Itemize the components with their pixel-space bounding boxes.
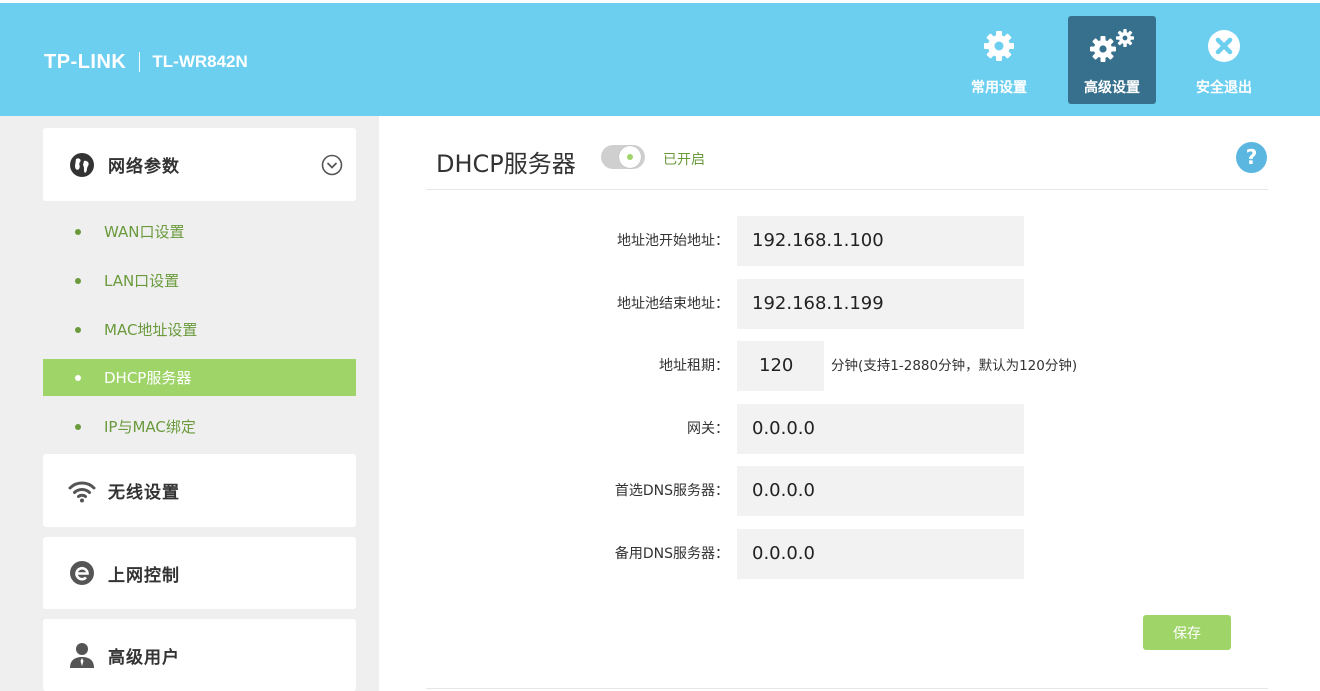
- sidebar: 网络参数 WAN口设置 LAN口设置 MAC地址设置 DHCP服务器 IP与MA…: [0, 116, 379, 691]
- sidebar-section-title: 无线设置: [108, 483, 180, 503]
- secondary-dns-input[interactable]: 0.0.0.0: [737, 529, 1024, 579]
- field-row-lease-time: 地址租期： 120 分钟(支持1-2880分钟，默认为120分钟): [379, 341, 1320, 391]
- nav-logout[interactable]: 安全退出: [1180, 16, 1268, 104]
- field-row-pool-start: 地址池开始地址： 192.168.1.100: [379, 216, 1320, 266]
- bullet-icon: [75, 374, 81, 381]
- nav-label: 高级设置: [1084, 80, 1140, 96]
- field-label: 地址池结束地址：: [617, 296, 729, 312]
- field-row-secondary-dns: 备用DNS服务器： 0.0.0.0: [379, 529, 1320, 579]
- brand: TP-LINK TL-WR842N: [44, 49, 248, 75]
- sidebar-item-label: LAN口设置: [104, 272, 180, 290]
- bullet-icon: [75, 423, 81, 430]
- sidebar-section-wireless[interactable]: 无线设置: [43, 454, 356, 527]
- page-title: DHCP服务器: [436, 150, 576, 178]
- nav-label: 安全退出: [1196, 80, 1252, 96]
- sidebar-section-network[interactable]: 网络参数: [43, 128, 356, 201]
- gears-icon: [1068, 28, 1156, 64]
- gateway-input[interactable]: 0.0.0.0: [737, 404, 1024, 454]
- top-bar: TP-LINK TL-WR842N 常用设置 高级设置 安全退出: [0, 3, 1320, 116]
- sidebar-section-title: 上网控制: [108, 565, 180, 586]
- gear-icon: [955, 28, 1043, 64]
- brand-logo: TP-LINK: [44, 50, 127, 73]
- field-row-primary-dns: 首选DNS服务器： 0.0.0.0: [379, 466, 1320, 516]
- field-row-gateway: 网关： 0.0.0.0: [379, 404, 1320, 454]
- pool-end-input[interactable]: 192.168.1.199: [737, 279, 1024, 329]
- sidebar-item-ip-mac-binding[interactable]: IP与MAC绑定: [43, 408, 356, 445]
- sidebar-item-label: DHCP服务器: [104, 369, 192, 387]
- sidebar-item-dhcp[interactable]: DHCP服务器: [43, 359, 356, 396]
- field-label: 地址租期：: [659, 358, 729, 374]
- bullet-icon: [75, 228, 81, 235]
- toggle-knob: [619, 146, 641, 168]
- primary-dns-input[interactable]: 0.0.0.0: [737, 466, 1024, 516]
- sidebar-section-internet-control[interactable]: 上网控制: [43, 537, 356, 609]
- lease-time-input[interactable]: 120: [737, 341, 824, 391]
- nav-label: 常用设置: [971, 80, 1027, 96]
- sidebar-item-mac[interactable]: MAC地址设置: [43, 311, 356, 348]
- field-label: 备用DNS服务器：: [614, 546, 729, 562]
- sidebar-item-label: MAC地址设置: [104, 321, 198, 339]
- main-panel: DHCP服务器 已开启 ? 地址池开始地址： 192.168.1.100 地址池…: [379, 116, 1320, 691]
- ie-icon: [68, 559, 96, 587]
- bullet-icon: [75, 326, 81, 333]
- field-label: 地址池开始地址：: [617, 233, 729, 249]
- sidebar-item-wan[interactable]: WAN口设置: [43, 213, 356, 250]
- dhcp-toggle[interactable]: [601, 145, 645, 169]
- title-divider: [426, 189, 1268, 190]
- brand-divider: [139, 52, 141, 72]
- toggle-status: 已开启: [663, 152, 705, 168]
- sidebar-section-title: 网络参数: [108, 157, 180, 177]
- help-icon[interactable]: ?: [1236, 142, 1267, 173]
- save-button[interactable]: 保存: [1143, 615, 1231, 650]
- globe-icon: [68, 151, 96, 179]
- chevron-down-icon[interactable]: [321, 154, 343, 180]
- model-name: TL-WR842N: [152, 52, 248, 71]
- nav-advanced-settings[interactable]: 高级设置: [1068, 16, 1156, 104]
- user-icon: [68, 641, 96, 669]
- wifi-icon: [68, 477, 96, 505]
- sidebar-item-label: WAN口设置: [104, 223, 185, 241]
- bottom-divider: [426, 688, 1268, 689]
- lease-time-hint: 分钟(支持1-2880分钟，默认为120分钟): [831, 358, 1078, 374]
- bullet-icon: [75, 277, 81, 284]
- sidebar-item-label: IP与MAC绑定: [104, 418, 196, 436]
- nav-common-settings[interactable]: 常用设置: [955, 16, 1043, 104]
- field-label: 网关：: [687, 421, 729, 437]
- sidebar-item-lan[interactable]: LAN口设置: [43, 262, 356, 299]
- pool-start-input[interactable]: 192.168.1.100: [737, 216, 1024, 266]
- sidebar-section-title: 高级用户: [108, 647, 180, 668]
- sidebar-section-advanced-user[interactable]: 高级用户: [43, 619, 356, 691]
- close-circle-icon: [1180, 28, 1268, 64]
- field-row-pool-end: 地址池结束地址： 192.168.1.199: [379, 279, 1320, 329]
- field-label: 首选DNS服务器：: [614, 483, 729, 499]
